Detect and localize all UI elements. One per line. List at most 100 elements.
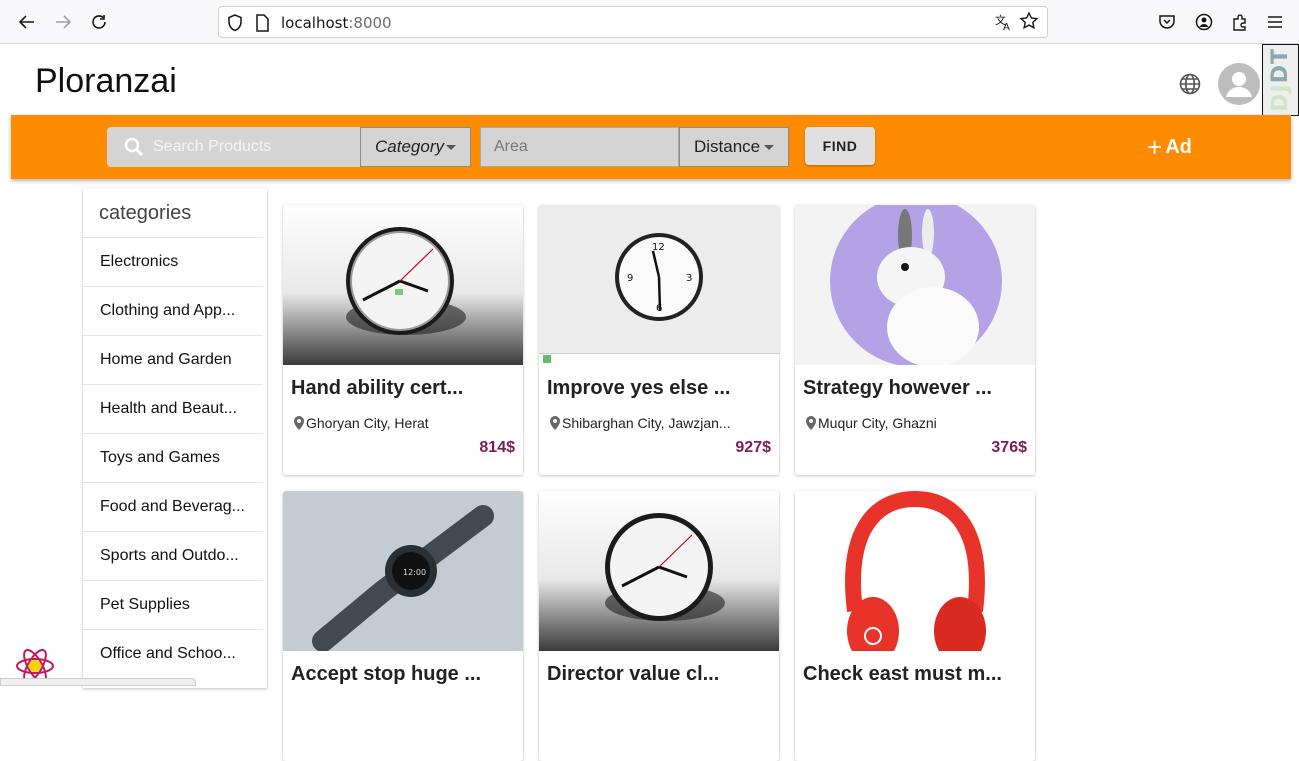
- globe-icon[interactable]: [1178, 72, 1202, 96]
- location-pin-icon: [806, 416, 816, 430]
- category-item[interactable]: Toys and Games: [83, 433, 263, 482]
- product-location-text: Muqur City, Ghazni: [818, 415, 937, 431]
- product-image[interactable]: [795, 491, 1035, 651]
- product-price: 376$: [991, 439, 1027, 456]
- pocket-icon: [1159, 15, 1175, 29]
- category-item[interactable]: Sports and Outdo...: [83, 531, 263, 580]
- product-location: Shibarghan City, Jawzjan...: [548, 415, 731, 431]
- hamburger-menu-icon: [1268, 16, 1282, 28]
- url-text: localhost:8000: [281, 14, 392, 32]
- page-icon[interactable]: [255, 14, 269, 32]
- arrow-right-icon: [56, 15, 72, 29]
- debug-toolbar-handle[interactable]: DJDT: [1262, 44, 1299, 116]
- product-title[interactable]: Director value cl...: [547, 663, 719, 686]
- category-select-label: Category: [375, 137, 444, 156]
- product-image[interactable]: [795, 205, 1035, 365]
- add-ad-button[interactable]: + Ad: [1147, 131, 1192, 162]
- plus-icon: +: [1147, 131, 1163, 162]
- product-location-text: Ghoryan City, Herat: [306, 415, 429, 431]
- product-title[interactable]: Check east must m...: [803, 663, 1002, 686]
- reload-icon: [92, 15, 106, 29]
- smartwatch-image: 12:00: [283, 491, 523, 651]
- product-image[interactable]: [539, 491, 779, 651]
- product-title[interactable]: Improve yes else ...: [547, 377, 730, 400]
- search-input[interactable]: [153, 127, 353, 167]
- brand-logo[interactable]: Ploranzai: [35, 62, 177, 101]
- product-card[interactable]: Check east must m...: [795, 491, 1035, 761]
- back-button[interactable]: [13, 8, 41, 36]
- url-bar[interactable]: localhost:8000 文A: [218, 6, 1048, 38]
- product-location: Ghoryan City, Herat: [292, 415, 429, 431]
- product-title[interactable]: Accept stop huge ...: [291, 663, 481, 686]
- extensions-button[interactable]: [1226, 8, 1254, 36]
- product-card[interactable]: Director value cl...: [539, 491, 779, 761]
- product-image[interactable]: 12 3 9 6: [539, 205, 779, 365]
- svg-text:6: 6: [656, 303, 662, 314]
- browser-toolbar: localhost:8000 文A: [0, 0, 1299, 44]
- location-pin-icon: [550, 416, 560, 430]
- category-item[interactable]: Health and Beaut...: [83, 384, 263, 433]
- category-select[interactable]: Category: [360, 127, 471, 167]
- url-host: localhost: [281, 14, 349, 32]
- area-input[interactable]: [481, 128, 678, 166]
- find-button[interactable]: FIND: [805, 127, 875, 165]
- pocket-button[interactable]: [1153, 8, 1181, 36]
- svg-text:9: 9: [627, 273, 633, 284]
- translate-icon[interactable]: 文A: [995, 13, 1013, 31]
- search-field[interactable]: [107, 127, 360, 167]
- product-card[interactable]: 12 3 9 6 Improve yes else ... Shibarghan…: [539, 205, 779, 475]
- location-pin-icon: [294, 416, 304, 430]
- distance-select[interactable]: Distance: [679, 127, 789, 167]
- sidebar-heading: categories: [99, 202, 192, 224]
- category-item[interactable]: Home and Garden: [83, 335, 263, 384]
- account-button[interactable]: [1190, 8, 1218, 36]
- categories-sidebar: categories Electronics Clothing and App.…: [83, 188, 267, 688]
- product-image[interactable]: [283, 205, 523, 365]
- status-tooltip: [0, 678, 196, 686]
- reload-button[interactable]: [85, 8, 113, 36]
- person-icon: [1226, 72, 1252, 97]
- rabbit-image: [795, 205, 1035, 365]
- svg-text:12:00: 12:00: [403, 568, 426, 577]
- product-location: Muqur City, Ghazni: [804, 415, 937, 431]
- product-location-text: Shibarghan City, Jawzjan...: [562, 415, 731, 431]
- svg-text:A: A: [1003, 22, 1010, 31]
- svg-text:3: 3: [686, 273, 692, 284]
- shield-icon[interactable]: [227, 14, 243, 32]
- search-icon: [124, 137, 144, 157]
- product-card[interactable]: 12:00 Accept stop huge ...: [283, 491, 523, 761]
- clock-image: [283, 205, 523, 365]
- product-title[interactable]: Strategy however ...: [803, 377, 992, 400]
- category-item[interactable]: Food and Beverag...: [83, 482, 263, 531]
- category-item[interactable]: Clothing and App...: [83, 286, 263, 335]
- area-field[interactable]: [480, 127, 679, 167]
- svg-text:12: 12: [652, 242, 665, 253]
- product-card[interactable]: Strategy however ... Muqur City, Ghazni …: [795, 205, 1035, 475]
- puzzle-icon: [1233, 14, 1246, 31]
- product-title[interactable]: Hand ability cert...: [291, 377, 463, 400]
- chevron-down-icon: [764, 145, 774, 150]
- app-header: [0, 44, 1299, 116]
- debug-toolbar-label: DJDT: [1268, 48, 1293, 112]
- chevron-down-icon: [446, 145, 456, 150]
- search-toolbar: Category Distance FIND + Ad: [11, 115, 1291, 179]
- category-item[interactable]: Office and Schoo...: [83, 629, 263, 678]
- product-price: 927$: [735, 439, 771, 456]
- forward-button[interactable]: [49, 8, 77, 36]
- url-port: :8000: [348, 14, 392, 32]
- category-item[interactable]: Electronics: [83, 237, 263, 286]
- product-card[interactable]: Hand ability cert... Ghoryan City, Herat…: [283, 205, 523, 475]
- bookmark-star-icon[interactable]: [1019, 11, 1039, 31]
- user-avatar[interactable]: [1218, 63, 1260, 105]
- account-icon: [1195, 13, 1213, 31]
- add-ad-label: Ad: [1165, 135, 1192, 158]
- product-image[interactable]: 12:00: [283, 491, 523, 651]
- arrow-left-icon: [18, 15, 34, 29]
- category-item[interactable]: Pet Supplies: [83, 580, 263, 629]
- clock-image: [539, 491, 779, 651]
- headphones-image: [795, 491, 1035, 651]
- clock-image: 12 3 9 6: [539, 205, 779, 365]
- distance-select-label: Distance: [694, 137, 761, 156]
- product-price: 814$: [479, 439, 515, 456]
- menu-button[interactable]: [1261, 8, 1289, 36]
